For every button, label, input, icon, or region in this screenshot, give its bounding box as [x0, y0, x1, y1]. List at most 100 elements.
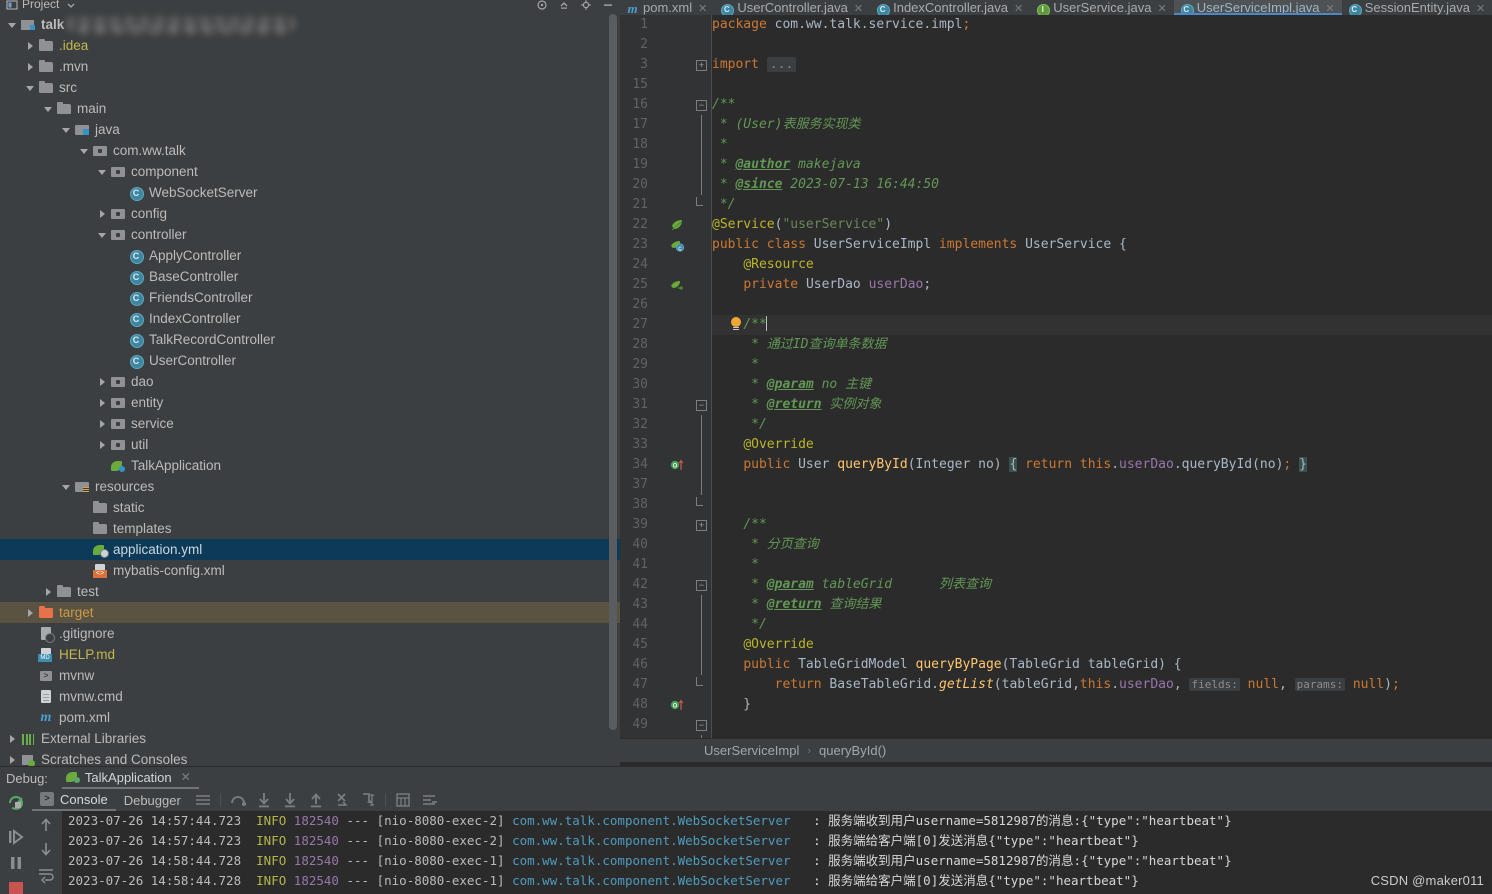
console-output[interactable]: 2023-07-26 14:57:44.723 INFO 182540 --- … [62, 811, 1492, 894]
tree-collapsed-arrow-icon[interactable] [24, 60, 37, 73]
fold-marker-bar[interactable] [692, 415, 712, 435]
tree-collapsed-arrow-icon[interactable] [6, 753, 19, 766]
step-out-icon[interactable] [303, 789, 329, 811]
editor-tab-usercontroller-java[interactable]: UserController.java ✕ [714, 0, 871, 15]
fold-marker-bar[interactable] [692, 475, 712, 495]
fold-marker-bar[interactable] [692, 655, 712, 675]
collapse-all-icon[interactable] [558, 0, 570, 10]
hide-panel-icon[interactable] [602, 0, 614, 10]
tree-item-util[interactable]: util [0, 434, 620, 455]
tree-item-pom-xml[interactable]: pom.xml [0, 707, 620, 728]
code-line[interactable]: * (User)表服务实现类 [712, 115, 861, 135]
editor-tab-pom-xml[interactable]: pom.xml ✕ [620, 0, 715, 15]
tree-item-talkrecordcontroller[interactable]: TalkRecordController [0, 329, 620, 350]
tree-item-service[interactable]: service [0, 413, 620, 434]
code-line[interactable]: * @param tableGrid 列表查询 [712, 575, 991, 595]
tree-item-com-ww-talk[interactable]: com.ww.talk [0, 140, 620, 161]
tree-item-src[interactable]: src [0, 77, 620, 98]
tree-item-websocketserver[interactable]: WebSocketServer [0, 182, 620, 203]
tree-item-application-yml[interactable]: application.yml [0, 539, 620, 560]
editor-fold-strip[interactable]: + − − + − − [692, 15, 712, 738]
intention-bulb-icon[interactable] [728, 317, 744, 333]
code-line[interactable]: * @author makejava [712, 155, 861, 175]
code-line[interactable]: public TableGridModel queryByPage(TableG… [712, 655, 1181, 675]
fold-marker-bar[interactable] [692, 155, 712, 175]
code-line[interactable]: * [712, 355, 759, 375]
tree-item-usercontroller[interactable]: UserController [0, 350, 620, 371]
tree-item-java[interactable]: java [0, 119, 620, 140]
code-line[interactable]: * 通过ID查询单条数据 [712, 335, 886, 355]
code-line[interactable]: */ [712, 615, 767, 635]
code-line[interactable]: /** [712, 95, 735, 115]
code-line[interactable]: * [712, 555, 759, 575]
code-line[interactable]: public class UserServiceImpl implements … [712, 235, 1127, 255]
fold-marker-box[interactable]: + [692, 55, 712, 75]
debug-actions-toolbar[interactable] [0, 789, 32, 894]
fold-marker-bar[interactable] [692, 455, 712, 475]
tree-item-friendscontroller[interactable]: FriendsController [0, 287, 620, 308]
tree-item-external-libraries[interactable]: External Libraries [0, 728, 620, 749]
tab-close-icon[interactable]: ✕ [698, 2, 707, 15]
tab-close-icon[interactable]: ✕ [854, 2, 863, 15]
fold-marker-bar[interactable] [692, 135, 712, 155]
debug-run-config-tab[interactable]: TalkApplication ✕ [61, 767, 199, 789]
code-line[interactable]: @Override [712, 635, 813, 655]
code-line[interactable]: * 分页查询 [712, 535, 819, 555]
tree-collapsed-arrow-icon[interactable] [6, 732, 19, 745]
breadcrumb-item[interactable]: UserServiceImpl [704, 743, 799, 758]
tree-item-talkapplication[interactable]: TalkApplication [0, 455, 620, 476]
breadcrumb-item[interactable]: queryById() [819, 743, 886, 758]
tree-expanded-arrow-icon[interactable] [42, 102, 55, 115]
project-tree[interactable]: talk .idea .mvn src main java com.ww.talk compo… [0, 14, 620, 766]
fold-marker-end[interactable] [692, 495, 712, 515]
tab-close-icon[interactable]: ✕ [1476, 2, 1485, 15]
fold-marker-bar[interactable] [692, 175, 712, 195]
rerun-icon[interactable] [6, 793, 26, 813]
tree-item-help-md[interactable]: HELP.md [0, 644, 620, 665]
tree-collapsed-arrow-icon[interactable] [96, 375, 109, 388]
overriding-method-icon[interactable]: O [670, 698, 684, 712]
code-line[interactable]: package com.ww.talk.service.impl; [712, 15, 970, 35]
editor-tab-userserviceimpl-java[interactable]: UserServiceImpl.java ✕ [1173, 0, 1342, 15]
code-line[interactable]: import ... [712, 55, 797, 75]
tree-expanded-arrow-icon[interactable] [96, 165, 109, 178]
stop-icon[interactable] [8, 881, 24, 894]
code-line[interactable]: /** [712, 515, 766, 535]
code-line[interactable]: * @return 查询结果 [712, 595, 881, 615]
tree-item-mvnw-cmd[interactable]: mvnw.cmd [0, 686, 620, 707]
tree-item-gitignore[interactable]: .gitignore [0, 623, 620, 644]
scroll-up-icon[interactable] [36, 815, 56, 835]
fold-toggle-icon[interactable]: − [696, 400, 707, 411]
tree-item-mvn[interactable]: .mvn [0, 56, 620, 77]
locate-icon[interactable] [536, 0, 548, 10]
tree-expanded-arrow-icon[interactable] [6, 18, 19, 31]
code-line[interactable]: } [712, 695, 751, 715]
code-line[interactable]: */ [712, 415, 767, 435]
spring-autowired-icon[interactable] [670, 278, 684, 292]
tree-item-controller[interactable]: controller [0, 224, 620, 245]
tree-item-mvnw[interactable]: mvnw [0, 665, 620, 686]
fold-marker-bar[interactable] [692, 115, 712, 135]
tree-collapsed-arrow-icon[interactable] [96, 396, 109, 409]
code-line[interactable]: @Override [712, 435, 813, 455]
code-line[interactable]: private UserDao userDao; [712, 275, 931, 295]
force-step-into-icon[interactable] [277, 789, 303, 811]
console-tab-bar[interactable]: Console Debugger [32, 789, 189, 811]
tree-expanded-arrow-icon[interactable] [60, 480, 73, 493]
code-editor[interactable]: 1 2 3 15 16 17 18 19 20 21 22 23 24 25 26 27 28 29 30 31 32 3… [620, 15, 1492, 738]
fold-marker-box[interactable]: − [692, 715, 712, 735]
code-line[interactable]: return BaseTableGrid.getList(tableGrid,t… [712, 675, 1400, 695]
fold-marker-box[interactable]: − [692, 575, 712, 595]
code-line[interactable]: * @param no 主键 [712, 375, 871, 395]
code-line[interactable]: * [712, 135, 728, 155]
code-line[interactable]: public User queryById(Integer no) { retu… [712, 455, 1307, 475]
fold-marker-end[interactable] [692, 675, 712, 695]
evaluate-expression-icon[interactable] [390, 789, 416, 811]
tree-item-test[interactable]: test [0, 581, 620, 602]
implemented-class-icon[interactable]: C [670, 238, 685, 252]
close-icon[interactable]: ✕ [181, 770, 191, 784]
step-over-icon[interactable] [225, 789, 251, 811]
code-line[interactable]: @Service("userService") [712, 215, 892, 235]
resume-program-icon[interactable] [6, 827, 26, 847]
step-into-icon[interactable] [251, 789, 277, 811]
